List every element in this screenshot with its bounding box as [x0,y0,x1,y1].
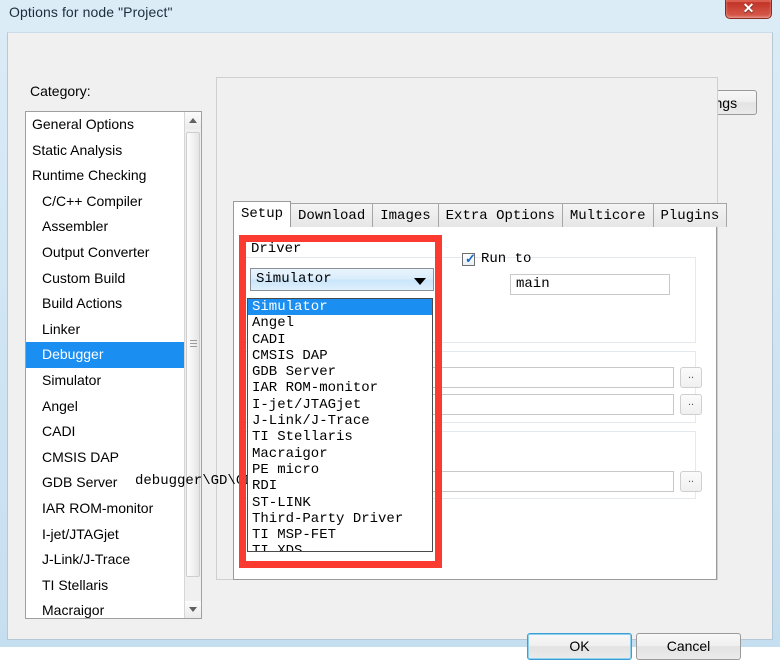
run-to-value: main [516,276,550,292]
browse-label-3: .. [687,473,695,485]
scroll-down-icon[interactable] [185,601,201,618]
driver-option-i-jet-jtagjet[interactable]: I-jet/JTAGjet [248,397,432,413]
browse-label-2: .. [687,396,695,408]
chevron-down-icon [414,278,426,285]
close-glyph: ✕ [742,0,755,16]
sidebar-item-simulator[interactable]: Simulator [26,368,201,394]
driver-option-ti-xds[interactable]: TI XDS [248,543,432,551]
sidebar-item-debugger[interactable]: Debugger [26,342,201,368]
driver-option-st-link[interactable]: ST-LINK [248,495,432,511]
tab-download[interactable]: Download [290,203,374,227]
driver-option-ti-msp-fet[interactable]: TI MSP-FET [248,527,432,543]
tab-multicore[interactable]: Multicore [561,203,654,227]
sidebar-item-j-link-j-trace[interactable]: J-Link/J-Trace [26,547,201,573]
category-scrollbar[interactable] [184,112,201,618]
driver-option-macraigor[interactable]: Macraigor [248,446,432,462]
title-bar: Options for node "Project" ✕ [0,0,780,32]
category-items: General Options Static Analysis Runtime Ch… [26,112,201,618]
sidebar-item-cmsis-dap[interactable]: CMSIS DAP [26,445,201,471]
driver-option-pe-micro[interactable]: PE micro [248,462,432,478]
window-title: Options for node "Project" [9,4,173,20]
sidebar-item-cadi[interactable]: CADI [26,419,201,445]
scroll-up-icon[interactable] [185,112,201,129]
browse-button-1[interactable]: .. [680,367,702,388]
tab-extra-options[interactable]: Extra Options [437,203,563,227]
scrollbar-grip-icon [190,340,197,349]
tab-images[interactable]: Images [372,203,439,227]
sidebar-item-iar-rom-monitor[interactable]: IAR ROM-monitor [26,496,201,522]
driver-option-cmsis-dap[interactable]: CMSIS DAP [248,348,432,364]
sidebar-item-build-actions[interactable]: Build Actions [26,291,201,317]
dialog-body: Category: General Options Static Analysis… [7,32,773,660]
sidebar-item-angel[interactable]: Angel [26,394,201,420]
options-dialog-window: Options for node "Project" ✕ Category: G… [0,0,780,660]
sidebar-item-ti-stellaris[interactable]: TI Stellaris [26,573,201,599]
close-icon[interactable]: ✕ [725,0,772,19]
driver-option-ti-stellaris[interactable]: TI Stellaris [248,429,432,445]
driver-label: Driver [251,241,302,257]
category-list[interactable]: General Options Static Analysis Runtime Ch… [25,111,202,619]
driver-option-iar-rom-monitor[interactable]: IAR ROM-monitor [248,380,432,396]
driver-option-angel[interactable]: Angel [248,315,432,331]
sidebar-item-linker[interactable]: Linker [26,317,201,343]
sidebar-item-general-options[interactable]: General Options [26,112,201,138]
driver-dropdown-list[interactable]: Simulator Angel CADI CMSIS DAP GDB Server IAR… [247,298,433,552]
driver-option-cadi[interactable]: CADI [248,332,432,348]
driver-option-simulator[interactable]: Simulator [248,299,432,316]
sidebar-item-static-analysis[interactable]: Static Analysis [26,138,201,164]
driver-select[interactable]: Simulator [250,268,434,291]
browse-button-3[interactable]: .. [680,471,702,492]
sidebar-item-custom-build[interactable]: Custom Build [26,266,201,292]
scrollbar-thumb[interactable] [186,132,200,577]
tab-plugins[interactable]: Plugins [652,203,728,227]
run-to-label: Run to [481,251,532,267]
sidebar-item-assembler[interactable]: Assembler [26,214,201,240]
driver-selected-value: Simulator [256,271,332,287]
sidebar-item-output-converter[interactable]: Output Converter [26,240,201,266]
driver-option-third-party-driver[interactable]: Third-Party Driver [248,511,432,527]
sidebar-item-runtime-checking[interactable]: Runtime Checking [26,163,201,189]
run-to-checkbox[interactable]: ✓ [462,251,476,266]
driver-option-j-link-j-trace[interactable]: J-Link/J-Trace [248,413,432,429]
run-to-input[interactable]: main [510,274,670,295]
browse-button-2[interactable]: .. [680,394,702,415]
sidebar-item-i-jet-jtagjet[interactable]: I-jet/JTAGjet [26,522,201,548]
tab-setup[interactable]: Setup [233,201,292,227]
driver-option-rdi[interactable]: RDI [248,478,432,494]
browse-label-1: .. [687,369,695,381]
tab-strip: Setup Download Images Extra Options Multicor… [233,201,728,227]
category-label: Category: [30,83,91,99]
check-icon: ✓ [465,251,476,266]
sidebar-item-macraigor[interactable]: Macraigor [26,598,201,618]
driver-option-gdb-server[interactable]: GDB Server [248,364,432,380]
sidebar-item-c-c-compiler[interactable]: C/C++ Compiler [26,189,201,215]
